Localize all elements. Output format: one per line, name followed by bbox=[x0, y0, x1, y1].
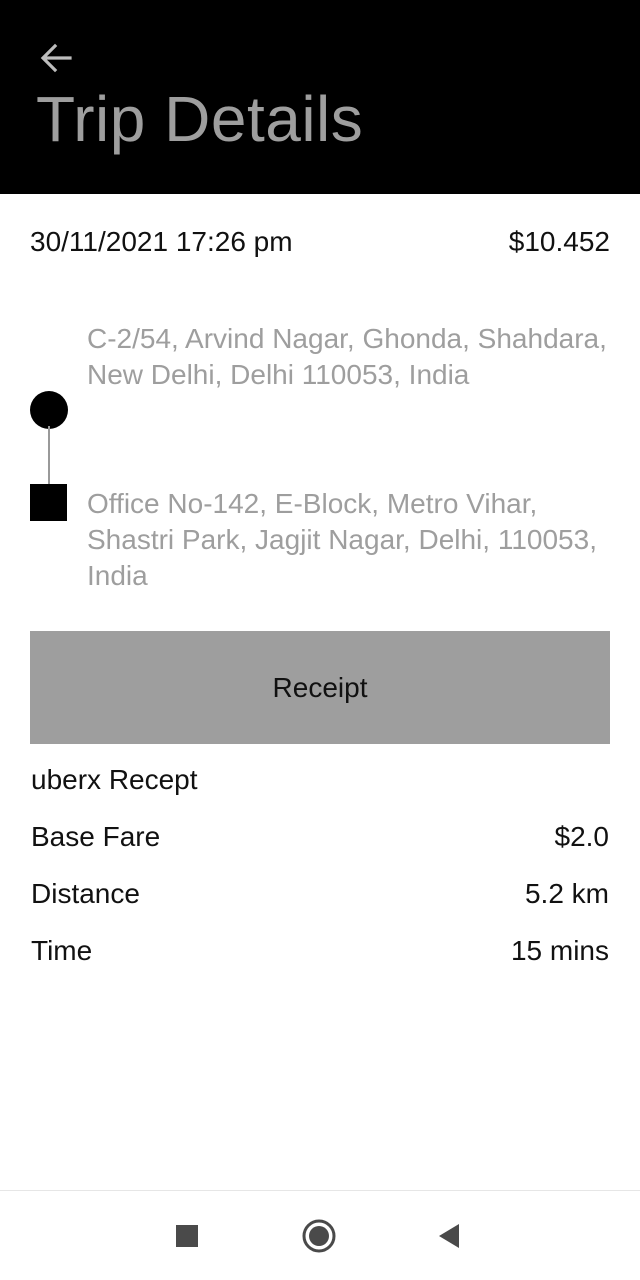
route-section: C-2/54, Arvind Nagar, Ghonda, Shahdara, … bbox=[30, 318, 610, 608]
back-button[interactable] bbox=[36, 38, 76, 78]
trip-summary: 30/11/2021 17:26 pm $10.452 bbox=[30, 226, 610, 258]
system-nav-bar bbox=[0, 1190, 640, 1280]
home-button[interactable] bbox=[287, 1191, 351, 1280]
fare-row-time: Time 15 mins bbox=[31, 935, 609, 967]
nav-back-button[interactable] bbox=[417, 1191, 481, 1280]
fare-value: 15 mins bbox=[510, 935, 609, 966]
recent-apps-icon bbox=[176, 1225, 198, 1247]
receipt-title: uberx Recept bbox=[31, 764, 198, 795]
arrow-left-icon bbox=[40, 43, 72, 73]
pickup-dot-icon bbox=[30, 391, 68, 429]
fare-row-distance: Distance 5.2 km bbox=[31, 878, 609, 910]
fare-label: Distance bbox=[31, 878, 140, 909]
dropoff-address: Office No-142, E-Block, Metro Vihar, Sha… bbox=[87, 488, 597, 591]
trip-datetime: 30/11/2021 17:26 pm bbox=[30, 226, 293, 257]
fare-label: Base Fare bbox=[31, 821, 161, 852]
fare-value: $2.0 bbox=[554, 821, 610, 852]
pickup-address: C-2/54, Arvind Nagar, Ghonda, Shahdara, … bbox=[87, 323, 607, 390]
app-header: Trip Details bbox=[0, 0, 640, 194]
home-icon bbox=[302, 1219, 336, 1253]
back-triangle-icon bbox=[439, 1224, 459, 1248]
page-title: Trip Details bbox=[36, 83, 364, 155]
fare-row-base-fare: Base Fare $2.0 bbox=[31, 821, 609, 853]
route-connector-line bbox=[48, 426, 50, 488]
trip-total-price: $10.452 bbox=[508, 226, 610, 257]
fare-label: Time bbox=[31, 935, 93, 966]
fare-value: 5.2 km bbox=[524, 878, 609, 909]
recent-apps-button[interactable] bbox=[155, 1191, 219, 1280]
dropoff-square-icon bbox=[30, 484, 67, 521]
receipt-button[interactable]: Receipt bbox=[30, 631, 610, 744]
